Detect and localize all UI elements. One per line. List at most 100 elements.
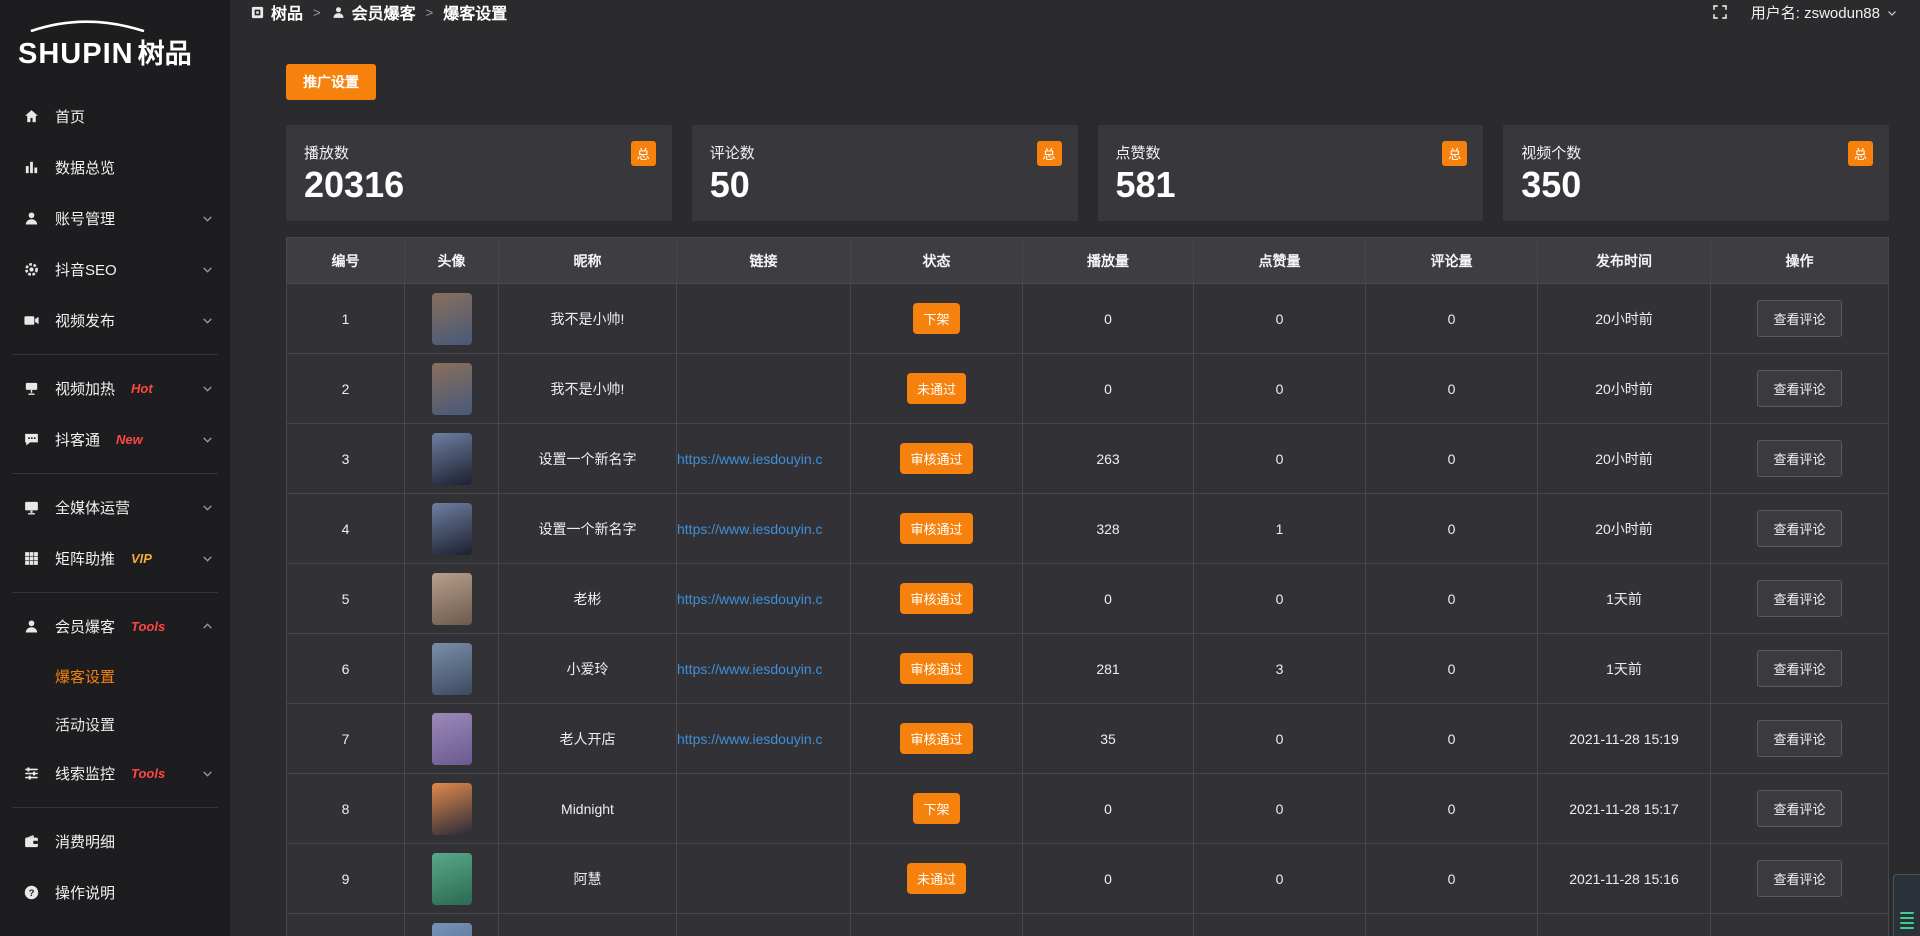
sidebar-item-douketong[interactable]: 抖客通New	[0, 414, 230, 465]
view-comments-button[interactable]: 查看评论	[1757, 720, 1841, 757]
view-comments-button[interactable]: 查看评论	[1757, 790, 1841, 827]
video-link[interactable]: https://www.iesdouyin.c	[677, 731, 850, 747]
cell-action: 查看评论	[1711, 844, 1889, 914]
sidebar-item-matrix-boost[interactable]: 矩阵助推VIP	[0, 533, 230, 584]
cell-link: https://www.iesdouyin.c	[677, 704, 851, 774]
sidebar-badge-tools: Tools	[131, 766, 165, 781]
cell-status: 未通过	[851, 354, 1023, 424]
page-content: 推广设置 播放数20316总评论数50总点赞数581总视频个数350总 编号头像…	[230, 24, 1920, 936]
video-link[interactable]: https://www.iesdouyin.c	[677, 521, 850, 537]
promo-settings-button[interactable]: 推广设置	[286, 64, 376, 100]
status-badge[interactable]: 未通过	[907, 373, 966, 404]
video-link[interactable]: https://www.iesdouyin.c	[677, 451, 850, 467]
username-label: 用户名: zswodun88	[1751, 2, 1880, 23]
avatar	[432, 643, 472, 695]
sidebar-item-all-media[interactable]: 全媒体运营	[0, 482, 230, 533]
status-badge[interactable]: 下架	[913, 793, 959, 824]
cell-avatar	[405, 424, 499, 494]
cell-comments: 0	[1366, 494, 1538, 564]
sidebar-item-operation-guide[interactable]: ?操作说明	[0, 867, 230, 918]
sidebar-subitem-activity-settings[interactable]: 活动设置	[0, 700, 230, 748]
status-badge[interactable]: 下架	[913, 303, 959, 334]
cell-id: 2	[287, 354, 405, 424]
status-badge[interactable]: 审核通过	[900, 723, 972, 754]
cell-likes	[1194, 914, 1366, 936]
avatar	[432, 293, 472, 345]
cell-link	[677, 844, 851, 914]
cell-likes: 0	[1194, 564, 1366, 634]
cell-avatar	[405, 774, 499, 844]
sidebar-badge-vip: VIP	[131, 551, 152, 566]
video-link[interactable]: https://www.iesdouyin.c	[677, 591, 850, 607]
view-comments-button[interactable]: 查看评论	[1757, 300, 1841, 337]
view-comments-button[interactable]: 查看评论	[1757, 440, 1841, 477]
username-dropdown[interactable]: 用户名: zswodun88	[1751, 2, 1898, 23]
sidebar-item-account-manage[interactable]: 账号管理	[0, 193, 230, 244]
cell-nickname	[499, 914, 677, 936]
avatar	[432, 573, 472, 625]
sidebar-item-douyin-seo[interactable]: 抖音SEO	[0, 244, 230, 295]
cell-plays: 0	[1023, 564, 1194, 634]
chat-widget[interactable]	[1893, 874, 1920, 936]
cell-nickname: 我不是小帅!	[499, 354, 677, 424]
breadcrumb-item-shupin[interactable]: 树品	[250, 0, 303, 24]
view-comments-button[interactable]: 查看评论	[1757, 650, 1841, 687]
cell-plays: 328	[1023, 494, 1194, 564]
cell-likes: 0	[1194, 774, 1366, 844]
cell-nickname: 老人开店	[499, 704, 677, 774]
avatar	[432, 923, 472, 936]
sidebar-item-consume-detail[interactable]: 消费明细	[0, 816, 230, 867]
sidebar-item-clue-monitor[interactable]: 线索监控Tools	[0, 748, 230, 799]
sidebar-item-data-overview[interactable]: 数据总览	[0, 142, 230, 193]
stat-label: 播放数	[304, 142, 654, 163]
chat-icon	[23, 431, 40, 448]
cell-avatar	[405, 844, 499, 914]
sidebar-item-label: 首页	[55, 106, 85, 127]
status-badge[interactable]: 审核通过	[900, 653, 972, 684]
logo-text-en: SHUPIN	[18, 38, 134, 71]
cell-link: https://www.iesdouyin.c	[677, 494, 851, 564]
fullscreen-icon[interactable]	[1711, 3, 1729, 21]
sidebar-item-member-baoke[interactable]: 会员爆客Tools	[0, 601, 230, 652]
sidebar-item-video-heat[interactable]: 视频加热Hot	[0, 363, 230, 414]
view-comments-button[interactable]: 查看评论	[1757, 510, 1841, 547]
sidebar-item-home[interactable]: 首页	[0, 91, 230, 142]
cell-action: 查看评论	[1711, 634, 1889, 704]
breadcrumb-item-baoke-settings: 爆客设置	[443, 0, 507, 24]
sidebar-item-video-publish[interactable]: 视频发布	[0, 295, 230, 346]
brand-logo: SHUPIN 树品	[0, 10, 230, 77]
cell-link: https://www.iesdouyin.c	[677, 564, 851, 634]
cell-likes: 0	[1194, 284, 1366, 354]
status-badge[interactable]: 未通过	[907, 863, 966, 894]
avatar	[432, 363, 472, 415]
breadcrumb-item-member-baoke[interactable]: 会员爆客	[331, 0, 416, 24]
cell-id: 4	[287, 494, 405, 564]
cell-link: https://www.iesdouyin.c	[677, 634, 851, 704]
view-comments-button[interactable]: 查看评论	[1757, 580, 1841, 617]
svg-text:?: ?	[29, 888, 35, 899]
cell-comments	[1366, 914, 1538, 936]
status-badge[interactable]: 审核通过	[900, 583, 972, 614]
cell-nickname: 老彬	[499, 564, 677, 634]
view-comments-button[interactable]: 查看评论	[1757, 370, 1841, 407]
sidebar-item-label: 抖音SEO	[55, 259, 117, 280]
breadcrumb-label: 会员爆客	[352, 0, 416, 24]
cell-plays: 0	[1023, 354, 1194, 424]
video-link[interactable]: https://www.iesdouyin.c	[677, 661, 850, 677]
cell-time: 20小时前	[1538, 494, 1711, 564]
status-badge[interactable]: 审核通过	[900, 513, 972, 544]
cell-status: 审核通过	[851, 634, 1023, 704]
cell-plays: 0	[1023, 284, 1194, 354]
status-badge[interactable]: 审核通过	[900, 443, 972, 474]
cell-action: 查看评论	[1711, 284, 1889, 354]
cell-action	[1711, 914, 1889, 936]
chevron-down-icon	[201, 382, 214, 395]
sidebar-subitem-baoke-settings[interactable]: 爆客设置	[0, 652, 230, 700]
cell-status: 下架	[851, 774, 1023, 844]
sliders-icon	[23, 765, 40, 782]
total-badge: 总	[1037, 141, 1062, 166]
view-comments-button[interactable]: 查看评论	[1757, 860, 1841, 897]
table-header-row: 编号头像昵称链接状态播放量点赞量评论量发布时间操作	[287, 238, 1889, 284]
cell-status: 审核通过	[851, 494, 1023, 564]
column-header-comments: 评论量	[1366, 238, 1538, 284]
